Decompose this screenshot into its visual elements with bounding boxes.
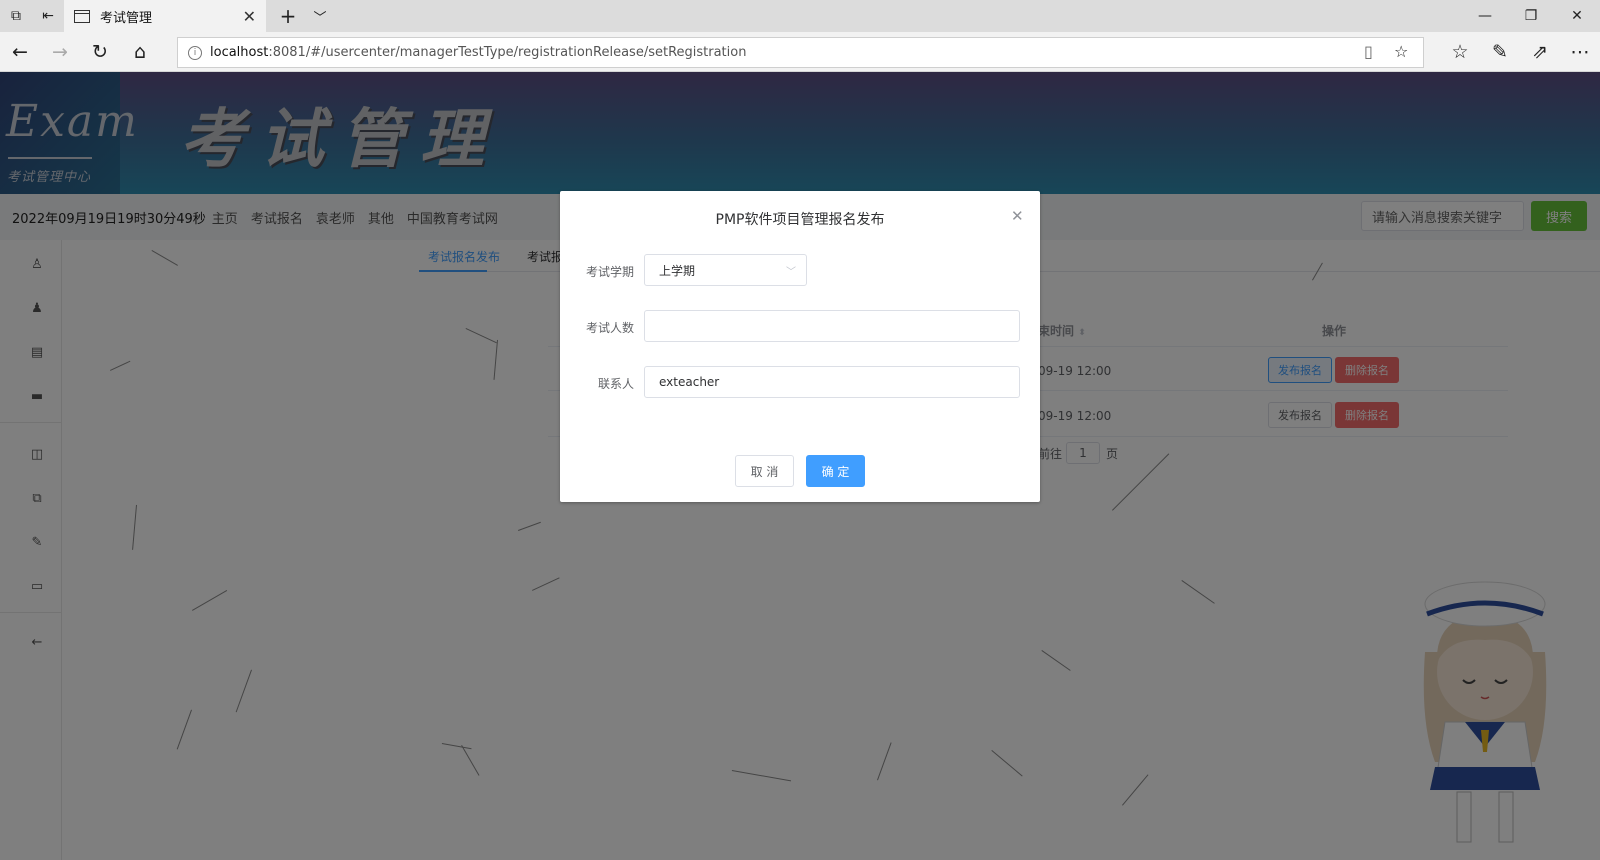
confirm-button[interactable]: 确 定 (806, 455, 865, 487)
url-field[interactable]: i localhost:8081/#/usercenter/managerTes… (177, 37, 1424, 68)
exam-count-input[interactable] (644, 310, 1020, 342)
dialog-title: PMP软件项目管理报名发布 (715, 212, 885, 228)
refresh-icon[interactable]: ↻ (80, 32, 120, 72)
site-info-icon[interactable]: i (188, 45, 202, 60)
set-aside-tabs-icon[interactable]: ⇤ (32, 0, 64, 32)
dialog-close-icon[interactable]: ✕ (1011, 207, 1024, 225)
favorite-star-icon[interactable]: ☆ (1394, 42, 1408, 61)
chevron-down-icon: ﹀ (786, 267, 796, 278)
term-select[interactable]: 上学期 ﹀ (644, 254, 807, 286)
new-tab-icon[interactable]: + (272, 0, 304, 32)
browser-tab-bar: ⧉ ⇤ 考试管理 ✕ + ﹀ — ❐ ✕ (0, 0, 1600, 32)
window-close-icon[interactable]: ✕ (1554, 0, 1600, 32)
pen-icon[interactable]: ✎ (1480, 32, 1520, 72)
browser-tab[interactable]: 考试管理 ✕ (64, 0, 266, 32)
forward-icon[interactable]: → (40, 32, 80, 72)
page-icon (74, 9, 90, 23)
reading-view-icon[interactable]: ▯ (1364, 42, 1373, 61)
url-path: :8081/#/usercenter/managerTestType/regis… (268, 45, 747, 60)
contact-label: 联系人 (597, 377, 634, 391)
term-select-value: 上学期 (659, 263, 696, 278)
registration-release-dialog: PMP软件项目管理报名发布 ✕ 考试学期 上学期 ﹀ 考试人数 联系人 exte… (560, 191, 1040, 502)
home-icon[interactable]: ⌂ (120, 32, 160, 72)
restore-icon[interactable]: ❐ (1508, 0, 1554, 32)
tab-title: 考试管理 (100, 10, 153, 26)
exam-count-label: 考试人数 (585, 321, 634, 335)
contact-input[interactable]: exteacher (644, 366, 1020, 398)
more-icon[interactable]: ⋯ (1560, 32, 1600, 72)
term-label: 考试学期 (585, 265, 634, 279)
favorites-list-icon[interactable]: ☆ (1440, 32, 1480, 72)
address-bar: ← → ↻ ⌂ i localhost:8081/#/usercenter/ma… (0, 32, 1600, 72)
cancel-button[interactable]: 取 消 (735, 455, 794, 487)
minimize-icon[interactable]: — (1462, 0, 1508, 32)
back-icon[interactable]: ← (0, 32, 40, 72)
tab-actions-icon[interactable]: ⧉ (0, 0, 32, 32)
tab-list-chevron-icon[interactable]: ﹀ (304, 0, 336, 32)
share-icon[interactable]: ⇗ (1520, 32, 1560, 72)
url-host: localhost (210, 45, 269, 60)
close-tab-icon[interactable]: ✕ (243, 7, 256, 26)
